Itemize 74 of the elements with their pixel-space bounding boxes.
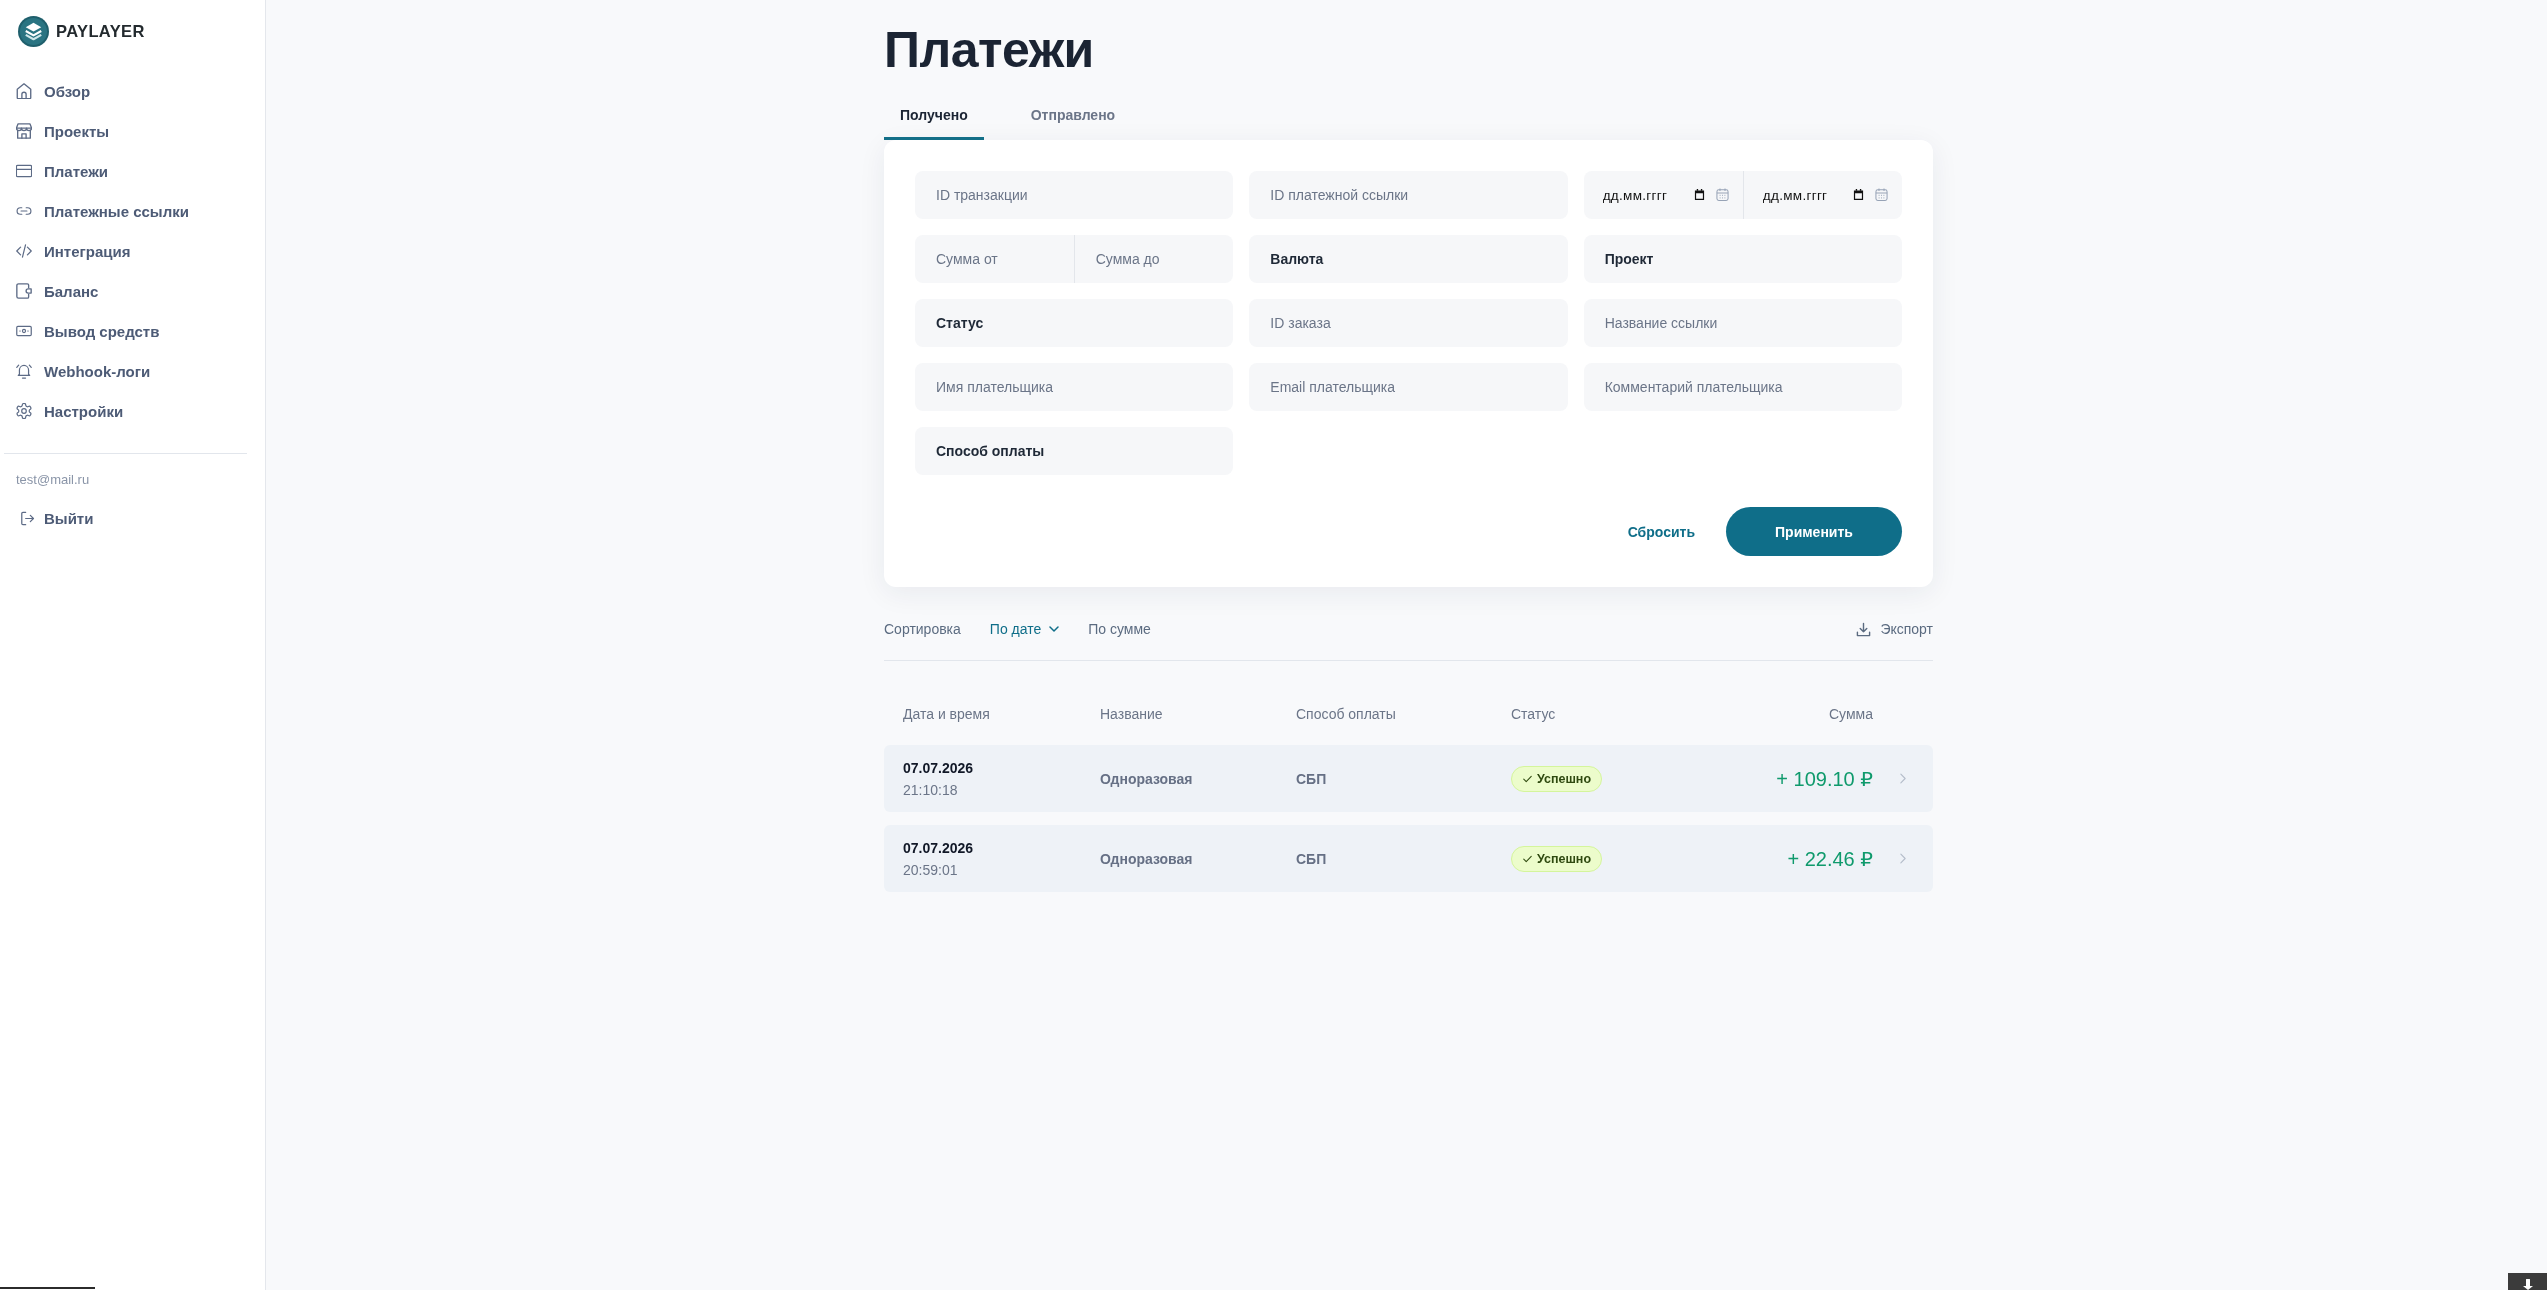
logout-button[interactable]: Выйти (0, 501, 94, 535)
table-cell: СБП (1296, 850, 1327, 867)
download-icon (1856, 621, 1872, 637)
table-cell: СБП (1296, 770, 1327, 787)
sort-label: Сортировка (884, 621, 961, 637)
input-field[interactable]: ID платежной ссылки (1249, 171, 1568, 219)
input-field[interactable]: Имя плательщика (915, 363, 1234, 411)
time-text: 20:59:01 (903, 861, 958, 878)
logo-icon (18, 15, 49, 47)
logo-text: PAYLAYER (56, 21, 145, 41)
card-icon (16, 163, 32, 179)
date-field[interactable]: дд.мм.гггг (1742, 171, 1902, 219)
apply-button[interactable]: Применить (1726, 507, 1902, 556)
status-text: Успешно (1537, 851, 1592, 866)
column-header: Название (1100, 706, 1164, 722)
down-arrow-icon (2522, 1279, 2533, 1290)
nav-item[interactable]: Настройки (0, 391, 265, 431)
date-text: 07.07.2026 (903, 759, 974, 776)
logout-icon (21, 510, 35, 526)
code-icon (16, 243, 32, 259)
nav-item[interactable]: Webhook-логи (0, 351, 265, 391)
select-field[interactable]: Статус (915, 299, 1234, 347)
chevron-right-icon (1900, 773, 1906, 784)
table-cell: Одноразовая (1100, 850, 1193, 867)
export-button[interactable]: Экспорт (1856, 615, 1933, 643)
bell-icon (16, 363, 32, 379)
table-row[interactable]: 07.07.2026 20:59:01 Одноразовая СБП Успешно + 22.46 ₽ (884, 825, 1933, 892)
input-field[interactable]: ID заказа (1249, 299, 1568, 347)
check-icon (1523, 854, 1532, 863)
store-icon (16, 123, 32, 139)
reset-button[interactable]: Сбросить (1627, 515, 1695, 548)
page-title: Платежи (884, 21, 1094, 79)
calendar-icon[interactable] (1693, 189, 1705, 200)
calendar-icon[interactable] (1853, 189, 1864, 200)
nav-item[interactable]: Обзор (0, 71, 265, 111)
nav-item[interactable]: Платежи (0, 151, 265, 191)
date-text: 07.07.2026 (903, 839, 974, 856)
nav-item[interactable]: Баланс (0, 271, 265, 311)
input-field[interactable]: ID транзакции (915, 171, 1234, 219)
input-field[interactable]: Email плательщика (1249, 363, 1568, 411)
time-text: 21:10:18 (903, 781, 958, 798)
amount-text: + 22.46 ₽ (1787, 846, 1873, 871)
nav-item[interactable]: Платежные ссылки (0, 191, 265, 231)
tab[interactable]: Отправлено (1014, 93, 1132, 140)
nav-item[interactable]: Проекты (0, 111, 265, 151)
nav-item[interactable]: Вывод средств (0, 311, 265, 351)
select-field[interactable]: Проект (1583, 235, 1902, 283)
chevron-right-icon (1900, 853, 1906, 864)
input-field[interactable]: Сумма от (915, 235, 1074, 283)
column-header: Статус (1511, 706, 1557, 722)
column-header: Дата и время (903, 706, 991, 722)
sort-option[interactable]: По сумме (1088, 615, 1151, 643)
select-field[interactable]: Способ оплаты (915, 427, 1234, 475)
table-row[interactable]: 07.07.2026 21:10:18 Одноразовая СБП Успешно + 109.10 ₽ (884, 745, 1933, 812)
status-text: Успешно (1537, 771, 1592, 786)
input-field[interactable]: Сумма до (1073, 235, 1234, 283)
input-field[interactable]: Название ссылки (1583, 299, 1902, 347)
select-field[interactable]: Валюта (1249, 235, 1568, 283)
column-header: Способ оплаты (1296, 706, 1397, 722)
date-field[interactable]: дд.мм.гггг (1583, 171, 1743, 219)
settings-icon (16, 403, 32, 419)
sort-option[interactable]: По дате (989, 615, 1060, 643)
user-email: test@mail.ru (15, 472, 90, 488)
column-header: Сумма (1828, 706, 1873, 722)
chevron-down-icon (1049, 626, 1060, 632)
check-icon (1523, 774, 1532, 783)
floating-button[interactable] (2508, 1273, 2547, 1290)
amount-text: + 109.10 ₽ (1776, 766, 1873, 791)
table-cell: Одноразовая (1100, 770, 1193, 787)
home-icon (16, 83, 32, 99)
input-field[interactable]: Комментарий плательщика (1583, 363, 1902, 411)
nav-item[interactable]: Интеграция (0, 231, 265, 271)
wallet-icon (16, 283, 32, 299)
banknote-icon (16, 323, 32, 339)
